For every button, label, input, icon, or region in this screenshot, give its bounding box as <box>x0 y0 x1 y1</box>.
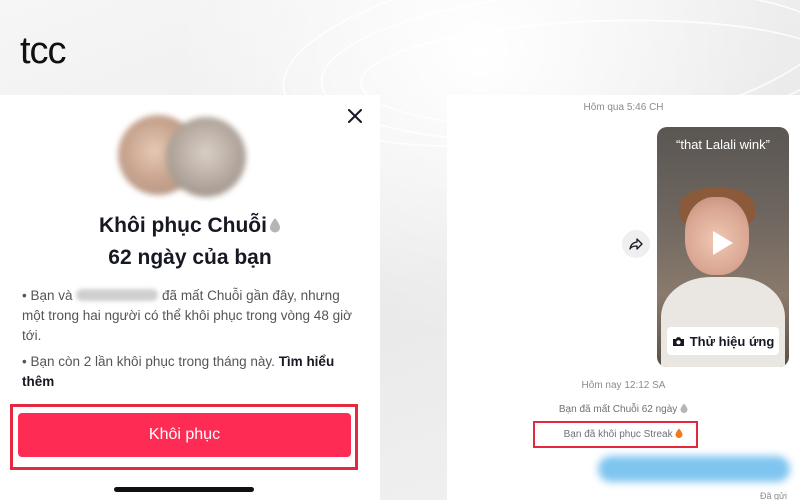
home-indicator <box>114 487 254 492</box>
dialog-title-line2: 62 ngày của bạn <box>108 246 272 269</box>
streak-restored-message: Bạn đã khôi phục Streak <box>447 428 800 440</box>
timestamp-yesterday: Hôm qua 5:46 CH <box>583 102 664 113</box>
restore-button[interactable]: Khôi phục <box>18 413 351 457</box>
blurred-username <box>76 289 159 301</box>
try-effect-label: Thử hiệu ứng <box>689 333 775 349</box>
video-message[interactable]: “that Lalali wink” Thử hiệu ứng <box>657 127 789 367</box>
camera-icon <box>672 336 684 346</box>
info-bullet-streak-lost: • Bạn và đã mất Chuỗi gần đây, nhưng một… <box>22 288 352 343</box>
play-icon[interactable] <box>711 229 735 257</box>
sent-status: Đã gửi <box>760 491 788 500</box>
blurred-message-bubble <box>598 456 790 482</box>
streak-lost-text: Bạn đã mất Chuỗi 62 ngày <box>558 404 678 415</box>
bullet-text: Bạn còn 2 lần khôi phục trong tháng này. <box>30 354 275 369</box>
close-button[interactable] <box>344 105 366 127</box>
avatar <box>166 117 246 197</box>
info-bullet-restores-left: • Bạn còn 2 lần khôi phục trong tháng nà… <box>22 354 335 389</box>
dialog-title-text: Khôi phục Chuỗi <box>99 214 267 237</box>
share-button[interactable] <box>622 230 650 258</box>
share-icon <box>629 238 643 250</box>
video-caption: “that Lalali wink” <box>676 137 770 152</box>
dialog-title-line1: Khôi phục Chuỗi <box>0 214 380 238</box>
flame-icon <box>680 403 688 413</box>
try-effect-button[interactable]: Thử hiệu ứng <box>667 327 779 355</box>
timestamp-today: Hôm nay 12:12 SA <box>581 380 666 391</box>
streak-restored-text: Bạn đã khôi phục Streak <box>563 429 673 440</box>
drop-icon <box>269 218 280 233</box>
flame-icon <box>675 428 683 438</box>
close-icon <box>348 109 362 123</box>
streak-lost-message: Bạn đã mất Chuỗi 62 ngày <box>447 403 800 415</box>
brand-logo: tcc <box>20 30 67 72</box>
bullet-prefix: Bạn và <box>30 288 73 303</box>
avatar-pair <box>118 115 248 200</box>
